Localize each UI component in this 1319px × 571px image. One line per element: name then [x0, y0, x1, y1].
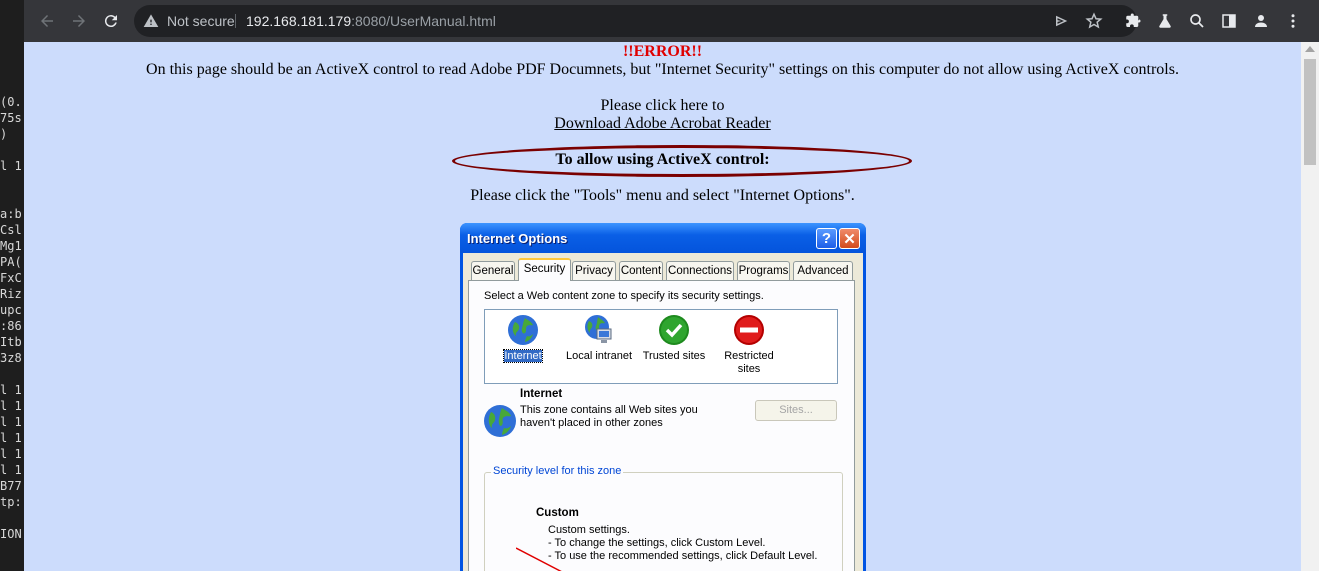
globe-icon [483, 404, 517, 438]
intranet-icon [583, 314, 615, 346]
dialog-title: Internet Options [467, 231, 568, 246]
url-path: :8080/UserManual.html [351, 13, 496, 29]
url-host: 192.168.181.179 [246, 13, 352, 29]
security-desc-line: Custom settings. [548, 524, 630, 536]
security-desc-line: - To change the settings, click Custom L… [548, 537, 766, 549]
warning-icon[interactable] [143, 13, 159, 29]
security-status[interactable]: Not secure [167, 13, 235, 29]
close-button: ✕ [839, 228, 860, 249]
terminal-line: FxC [0, 272, 22, 285]
page-content: !!ERROR!! On this page should be an Acti… [24, 42, 1301, 571]
extensions-icon[interactable] [1121, 9, 1145, 33]
zone-restricted-sites: Restricted sites [712, 314, 786, 376]
security-level-name: Custom [536, 507, 579, 519]
zone-description: This zone contains all Web sites you hav… [520, 404, 698, 429]
terminal-line: Riz [0, 288, 22, 301]
profile-icon[interactable] [1249, 9, 1273, 33]
address-bar[interactable]: Not secure 192.168.181.179:8080/UserManu… [134, 5, 1137, 37]
tab-security: Security [518, 258, 571, 281]
dialog-body: General Security Privacy Content Connect… [463, 253, 863, 571]
terminal-line: B77 [0, 480, 22, 493]
menu-icon[interactable] [1281, 9, 1305, 33]
terminal-line: l 1 [0, 464, 22, 477]
url-text[interactable]: 192.168.181.179:8080/UserManual.html [246, 13, 496, 29]
terminal-line: ION [0, 528, 22, 541]
zone-trusted-label: Trusted sites [642, 350, 706, 362]
security-tab-panel: Select a Web content zone to specify its… [468, 280, 855, 571]
click-here-text: Please click here to [600, 97, 725, 114]
zone-intranet-label: Local intranet [565, 350, 633, 362]
back-icon[interactable] [35, 9, 59, 33]
error-title: !!ERROR!! [622, 43, 703, 60]
zone-restricted-label: Restricted sites [724, 350, 774, 375]
terminal-line: Itb [0, 336, 22, 349]
internet-options-dialog: Internet Options ? ✕ General Security Pr… [460, 223, 866, 571]
url-divider [235, 14, 236, 28]
error-message: On this page should be an ActiveX contro… [146, 61, 1179, 78]
terminal-line: Mg1 [0, 240, 22, 253]
restricted-icon [733, 314, 765, 346]
terminal-line: l 1 [0, 416, 22, 429]
scrollbar-thumb[interactable] [1304, 59, 1316, 165]
reload-icon[interactable] [99, 9, 123, 33]
terminal-line: 75s [0, 112, 22, 125]
terminal-line: l 1 [0, 400, 22, 413]
security-level-legend: Security level for this zone [491, 465, 624, 477]
terminal-line: :86 [0, 320, 22, 333]
security-level-description: Custom settings. - To change the setting… [548, 524, 817, 563]
tab-content: Content [619, 261, 663, 280]
tab-programs: Programs [737, 261, 790, 280]
dialog-titlebar: Internet Options ? ✕ [460, 223, 866, 253]
zone-name: Internet [520, 388, 563, 400]
instruction-text: Please click the "Tools" menu and select… [470, 187, 855, 204]
tab-general: General [471, 261, 515, 280]
terminal-line: ) [0, 128, 8, 141]
tab-advanced: Advanced [793, 261, 853, 280]
terminal-line: l 1 [0, 432, 22, 445]
search-icon[interactable] [1185, 9, 1209, 33]
send-icon[interactable] [1050, 9, 1074, 33]
terminal-line: l 1 [0, 448, 22, 461]
zone-trusted-sites: Trusted sites [637, 314, 711, 363]
terminal-line: (0. [0, 96, 22, 109]
allow-activex-heading: To allow using ActiveX control: [555, 151, 770, 168]
browser-toolbar: Not secure 192.168.181.179:8080/UserManu… [24, 0, 1319, 42]
download-acrobat-container: Download Adobe Acrobat Reader [24, 115, 1301, 133]
tab-privacy: Privacy [572, 261, 616, 280]
terminal-line: tp: [0, 496, 22, 509]
terminal-line: l 1 [0, 384, 22, 397]
terminal-line: Csl [0, 224, 22, 237]
terminal-line: a:b [0, 208, 22, 221]
checkmark-icon [658, 314, 690, 346]
labs-icon[interactable] [1153, 9, 1177, 33]
scroll-up-icon[interactable] [1305, 46, 1315, 52]
zone-instruction: Select a Web content zone to specify its… [484, 290, 764, 302]
download-acrobat-link[interactable]: Download Adobe Acrobat Reader [554, 115, 770, 132]
zone-internet: Internet [486, 314, 560, 363]
tab-connections: Connections [666, 261, 734, 280]
terminal-line: PA( [0, 256, 22, 269]
terminal-strip: (0. 75s ) l 1 a:b Csl Mg1 PA( FxC Riz up… [0, 0, 24, 571]
terminal-line: upc [0, 304, 22, 317]
annotation-arrow-line [516, 547, 562, 571]
page-scrollbar[interactable] [1301, 42, 1319, 571]
globe-icon [507, 314, 539, 346]
star-icon[interactable] [1082, 9, 1106, 33]
security-desc-line: - To use the recommended settings, click… [548, 550, 818, 562]
sidepanel-icon[interactable] [1217, 9, 1241, 33]
terminal-line: 3z8 [0, 352, 22, 365]
terminal-line: l 1 [0, 160, 22, 173]
zone-internet-label: Internet [503, 349, 543, 363]
zone-list: Internet Local intranet Trusted sites Re… [484, 309, 838, 384]
forward-icon[interactable] [67, 9, 91, 33]
sites-button: Sites... [755, 400, 837, 421]
help-button: ? [816, 228, 837, 249]
zone-local-intranet: Local intranet [562, 314, 636, 363]
